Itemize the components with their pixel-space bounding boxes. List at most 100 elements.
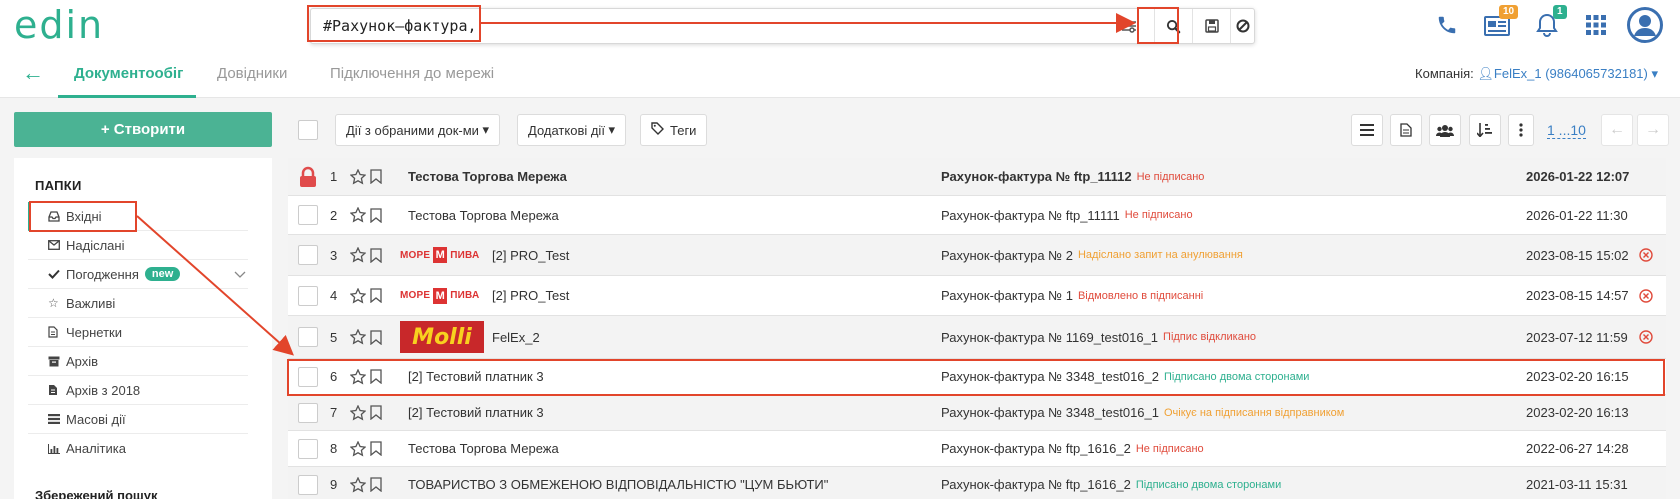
star-icon[interactable] xyxy=(350,359,366,394)
row-document[interactable]: Рахунок-фактура № ftp_11111 Не підписано xyxy=(941,196,1193,234)
row-checkbox[interactable] xyxy=(298,285,318,306)
bookmark-icon[interactable] xyxy=(370,158,382,195)
chevron-down-icon[interactable] xyxy=(234,267,246,282)
tab-directories[interactable]: Довідники xyxy=(217,65,287,82)
row-checkbox[interactable] xyxy=(298,327,318,347)
phone-icon[interactable] xyxy=(1436,0,1458,50)
edin-logo[interactable]: edin xyxy=(14,6,104,44)
more-options-button[interactable] xyxy=(1508,114,1534,146)
sort-button[interactable] xyxy=(1469,114,1501,146)
row-document[interactable]: Рахунок-фактура № 1 Відмовлено в підписан… xyxy=(941,276,1203,315)
document-title[interactable]: Рахунок-фактура № 1169_test016_1 xyxy=(941,330,1158,345)
select-all-checkbox[interactable] xyxy=(298,120,318,140)
group-view-button[interactable] xyxy=(1429,114,1461,146)
folder-archive[interactable]: Архів xyxy=(28,347,248,376)
document-view-button[interactable] xyxy=(1390,114,1422,146)
list-view-button[interactable] xyxy=(1351,114,1383,146)
row-checkbox[interactable] xyxy=(298,474,318,495)
create-button[interactable]: + Створити xyxy=(14,112,272,147)
next-page-arrow-icon[interactable]: → xyxy=(1637,114,1669,146)
bulk-actions-dropdown[interactable]: Дії з обраними док-ми ▾ xyxy=(335,114,501,146)
bookmark-icon[interactable] xyxy=(370,395,382,430)
document-title[interactable]: Рахунок-фактура № 2 xyxy=(941,248,1073,263)
folder-drafts[interactable]: Чернетки xyxy=(28,318,248,347)
user-avatar-icon[interactable] xyxy=(1627,0,1663,50)
bookmark-icon[interactable] xyxy=(370,431,382,466)
table-row[interactable]: 1 Тестова Торгова Мережа Рахунок-фактура №… xyxy=(288,158,1666,196)
row-checkbox[interactable] xyxy=(298,245,318,265)
bookmark-icon[interactable] xyxy=(370,467,382,499)
row-document[interactable]: Рахунок-фактура № ftp_11112 Не підписано xyxy=(941,158,1204,195)
row-company[interactable]: [2] Тестовий платник 3 xyxy=(408,359,544,394)
star-icon[interactable] xyxy=(350,235,366,275)
search-input[interactable] xyxy=(311,9,1111,43)
cancel-circle-icon[interactable] xyxy=(1639,276,1653,315)
bookmark-icon[interactable] xyxy=(370,196,382,234)
prev-page-arrow-icon[interactable]: ← xyxy=(1601,114,1633,146)
table-row[interactable]: 3 МОРЕ М ПИВА [2] PRO_Test Рахунок-фактура № … xyxy=(288,235,1666,276)
tab-documents[interactable]: Документообіг xyxy=(74,65,183,82)
clear-search-button[interactable] xyxy=(1230,9,1254,43)
folder-archive-2018[interactable]: Архів з 2018 xyxy=(28,376,248,405)
row-document[interactable]: Рахунок-фактура № 1169_test016_1 Підпис в… xyxy=(941,316,1256,358)
folder-analytics[interactable]: Аналітика xyxy=(28,434,248,463)
table-row[interactable]: 9 ТОВАРИСТВО З ОБМЕЖЕНОЮ ВІДПОВІДАЛЬНІСТЮ… xyxy=(288,467,1666,499)
extra-actions-dropdown[interactable]: Додаткові дії ▾ xyxy=(517,114,627,146)
row-document[interactable]: Рахунок-фактура № ftp_1616_2 Підписано дв… xyxy=(941,467,1281,499)
row-company[interactable]: [2] Тестовий платник 3 xyxy=(408,395,544,430)
tags-button[interactable]: Теги xyxy=(640,114,708,146)
row-company[interactable]: [2] PRO_Test xyxy=(492,276,569,315)
cancel-circle-icon[interactable] xyxy=(1639,316,1653,358)
row-company[interactable]: ТОВАРИСТВО З ОБМЕЖЕНОЮ ВІДПОВІДАЛЬНІСТЮ … xyxy=(408,467,828,499)
star-icon[interactable] xyxy=(350,431,366,466)
document-title[interactable]: Рахунок-фактура № 3348_test016_1 xyxy=(941,405,1159,420)
filter-settings-icon[interactable] xyxy=(1113,9,1145,43)
document-title[interactable]: Рахунок-фактура № 1 xyxy=(941,288,1073,303)
table-row[interactable]: 2 Тестова Торгова Мережа Рахунок-фактура №… xyxy=(288,196,1666,235)
cancel-circle-icon[interactable] xyxy=(1639,235,1653,275)
star-icon[interactable] xyxy=(350,158,366,195)
table-row[interactable]: 8 Тестова Торгова Мережа Рахунок-фактура №… xyxy=(288,431,1666,467)
document-title[interactable]: Рахунок-фактура № ftp_11112 xyxy=(941,169,1132,184)
table-row[interactable]: 7 [2] Тестовий платник 3 Рахунок-фактура №… xyxy=(288,395,1666,431)
star-icon[interactable] xyxy=(350,196,366,234)
table-row[interactable]: 6 [2] Тестовий платник 3 Рахунок-фактура №… xyxy=(288,359,1666,395)
row-document[interactable]: Рахунок-фактура № 3348_test016_1 Очікує н… xyxy=(941,395,1344,430)
row-company[interactable]: Тестова Торгова Мережа xyxy=(408,431,559,466)
row-checkbox[interactable] xyxy=(298,438,318,459)
bookmark-icon[interactable] xyxy=(370,359,382,394)
folder-approval[interactable]: Погодження new xyxy=(28,260,248,289)
folder-bulk-actions[interactable]: Масові дії xyxy=(28,405,248,434)
table-row[interactable]: 5 Molli FelEx_2 Рахунок-фактура № 1169_test… xyxy=(288,316,1666,359)
tab-network-connection[interactable]: Підключення до мережі xyxy=(330,65,494,82)
bookmark-icon[interactable] xyxy=(370,276,382,315)
row-checkbox[interactable] xyxy=(298,205,318,225)
pagination-range[interactable]: 1 ...10 xyxy=(1547,122,1586,139)
row-company[interactable]: Тестова Торгова Мережа xyxy=(408,196,559,234)
search-button[interactable] xyxy=(1154,9,1192,43)
row-company[interactable]: Тестова Торгова Мережа xyxy=(408,158,567,195)
row-checkbox[interactable] xyxy=(298,402,318,423)
save-search-button[interactable] xyxy=(1192,9,1230,43)
folder-inbox[interactable]: Вхідні xyxy=(28,202,248,231)
apps-grid-icon[interactable] xyxy=(1585,0,1607,50)
row-document[interactable]: Рахунок-фактура № 2 Надіслано запит на ан… xyxy=(941,235,1243,275)
document-title[interactable]: Рахунок-фактура № 3348_test016_2 xyxy=(941,369,1159,384)
star-icon[interactable] xyxy=(350,316,366,358)
star-icon[interactable] xyxy=(350,467,366,499)
row-document[interactable]: Рахунок-фактура № 3348_test016_2 Підписан… xyxy=(941,359,1309,394)
row-document[interactable]: Рахунок-фактура № ftp_1616_2 Не підписано xyxy=(941,431,1204,466)
document-title[interactable]: Рахунок-фактура № ftp_1616_2 xyxy=(941,477,1131,492)
bookmark-icon[interactable] xyxy=(370,235,382,275)
star-icon[interactable] xyxy=(350,395,366,430)
folder-sent[interactable]: Надіслані xyxy=(28,231,248,260)
table-row[interactable]: 4 МОРЕ М ПИВА [2] PRO_Test Рахунок-фактура № … xyxy=(288,276,1666,316)
document-title[interactable]: Рахунок-фактура № ftp_11111 xyxy=(941,208,1120,223)
company-dropdown[interactable]: 👤︎FelEx_1 (9864065732181) ▾ xyxy=(1477,66,1658,81)
row-company[interactable]: FelEx_2 xyxy=(492,316,540,358)
star-icon[interactable] xyxy=(350,276,366,315)
row-company[interactable]: [2] PRO_Test xyxy=(492,235,569,275)
bookmark-icon[interactable] xyxy=(370,316,382,358)
document-title[interactable]: Рахунок-фактура № ftp_1616_2 xyxy=(941,441,1131,456)
back-arrow-icon[interactable]: ← xyxy=(22,60,44,86)
